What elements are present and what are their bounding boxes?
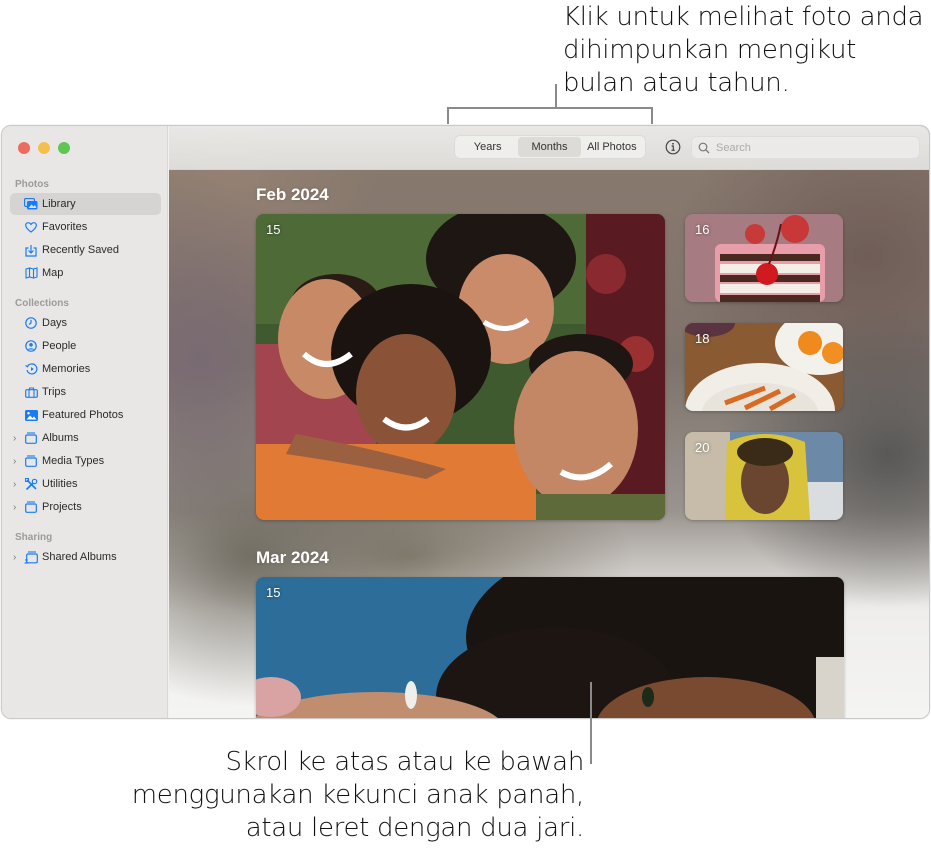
library-icon <box>24 197 38 211</box>
disclosure-chevron-icon[interactable]: › <box>13 552 21 563</box>
search-field[interactable] <box>691 136 920 159</box>
memories-icon <box>24 362 38 376</box>
photo-image <box>256 214 665 520</box>
sidebar-item-label: Days <box>42 317 68 329</box>
callout-bottom-line-1: Skrol ke atas atau ke bawah <box>225 747 584 777</box>
sidebar-item-albums[interactable]: › Albums <box>10 427 161 449</box>
callout-scroll: Skrol ke atas atau ke bawah menggunakan … <box>100 746 585 845</box>
sidebar-item-label: Utilities <box>42 478 78 490</box>
photo-image <box>256 577 844 718</box>
photo-curly-hair-portrait[interactable]: 15 <box>256 577 844 718</box>
folder-stack-icon <box>24 500 38 514</box>
sidebar-item-label: Map <box>42 267 64 279</box>
sidebar: Photos Library Favorites Recently Saved … <box>2 126 168 718</box>
photo-dinner-plate[interactable]: 18 <box>685 323 843 411</box>
photo-day-label: 15 <box>266 585 281 600</box>
callout-view-options: Klik untuk melihat foto anda dihimpunkan… <box>563 1 931 100</box>
sidebar-item-label: Albums <box>42 432 79 444</box>
sidebar-item-favorites[interactable]: Favorites <box>10 216 161 238</box>
sidebar-item-label: Featured Photos <box>42 409 124 421</box>
disclosure-chevron-icon[interactable]: › <box>13 433 21 444</box>
sidebar-item-label: Library <box>42 198 76 210</box>
suitcase-icon <box>24 385 38 399</box>
minimize-button[interactable] <box>38 142 50 154</box>
sidebar-item-people[interactable]: People <box>10 335 161 357</box>
sidebar-item-trips[interactable]: Trips <box>10 381 161 403</box>
section-label-collections: Collections <box>15 298 69 309</box>
months-tab[interactable]: Months <box>518 137 581 157</box>
photo-day-label: 16 <box>695 222 710 237</box>
photo-cake[interactable]: 16 <box>685 214 843 302</box>
sidebar-item-label: Shared Albums <box>42 551 117 563</box>
sidebar-item-memories[interactable]: Memories <box>10 358 161 380</box>
map-icon <box>24 266 38 280</box>
folder-stack-icon <box>24 454 38 468</box>
sidebar-item-media-types[interactable]: › Media Types <box>10 450 161 472</box>
clock-icon <box>24 316 38 330</box>
all-photos-tab[interactable]: All Photos <box>581 137 643 157</box>
callout-top-leader <box>555 84 557 108</box>
month-title-mar-2024: Mar 2024 <box>256 548 329 567</box>
sidebar-item-label: Media Types <box>42 455 105 467</box>
callout-bottom-leader <box>590 682 592 764</box>
callout-top-line-1: Klik untuk melihat foto anda <box>563 2 924 32</box>
sidebar-item-utilities[interactable]: › Utilities <box>10 473 161 495</box>
disclosure-chevron-icon[interactable]: › <box>13 456 21 467</box>
sidebar-item-map[interactable]: Map <box>10 262 161 284</box>
section-label-photos: Photos <box>15 179 49 190</box>
toolbar: Years Months All Photos <box>169 126 929 170</box>
info-icon <box>665 139 681 155</box>
tools-icon <box>24 477 38 491</box>
sidebar-item-library[interactable]: Library <box>10 193 161 215</box>
callout-bottom-line-2: menggunakan kekunci anak panah, <box>131 780 585 810</box>
callout-top-bracket <box>447 107 653 109</box>
photo-day-label: 18 <box>695 331 710 346</box>
download-tray-icon <box>24 243 38 257</box>
photo-beach-portrait[interactable]: 20 <box>685 432 843 520</box>
photo-icon <box>24 408 38 422</box>
window-controls <box>18 142 70 154</box>
sidebar-item-label: Projects <box>42 501 82 513</box>
view-segmented-control: Years Months All Photos <box>454 135 646 159</box>
zoom-button[interactable] <box>58 142 70 154</box>
shared-album-icon <box>24 550 38 564</box>
section-label-sharing: Sharing <box>15 532 53 543</box>
search-input[interactable] <box>716 141 906 154</box>
disclosure-chevron-icon[interactable]: › <box>13 502 21 513</box>
sidebar-item-featured-photos[interactable]: Featured Photos <box>10 404 161 426</box>
search-icon <box>698 142 710 153</box>
disclosure-chevron-icon[interactable]: › <box>13 479 21 490</box>
callout-top-bracket-right <box>651 107 653 124</box>
library-content[interactable]: Feb 2024 15 16 18 20 Mar 2024 15 Years M… <box>169 126 929 718</box>
photo-day-label: 15 <box>266 222 281 237</box>
sidebar-item-label: Favorites <box>42 221 88 233</box>
heart-icon <box>24 220 38 234</box>
years-tab[interactable]: Years <box>457 137 518 157</box>
photos-window: Photos Library Favorites Recently Saved … <box>1 125 930 719</box>
callout-bottom-line-3: atau leret dengan dua jari. <box>245 813 585 843</box>
month-title-feb-2024: Feb 2024 <box>256 185 329 204</box>
callout-top-line-3: bulan atau tahun. <box>563 68 790 98</box>
sidebar-item-label: Memories <box>42 363 91 375</box>
sidebar-item-shared-albums[interactable]: › Shared Albums <box>10 546 161 568</box>
sidebar-item-label: Trips <box>42 386 67 398</box>
sidebar-item-recently-saved[interactable]: Recently Saved <box>10 239 161 261</box>
close-button[interactable] <box>18 142 30 154</box>
photo-group-selfie[interactable]: 15 <box>256 214 665 520</box>
folder-stack-icon <box>24 431 38 445</box>
callout-top-bracket-left <box>447 107 449 124</box>
sidebar-item-days[interactable]: Days <box>10 312 161 334</box>
photo-day-label: 20 <box>695 440 710 455</box>
sidebar-item-label: People <box>42 340 77 352</box>
sidebar-item-projects[interactable]: › Projects <box>10 496 161 518</box>
info-button[interactable] <box>665 139 681 155</box>
callout-top-line-2: dihimpunkan mengikut <box>563 35 857 65</box>
sidebar-item-label: Recently Saved <box>42 244 120 256</box>
person-circle-icon <box>24 339 38 353</box>
